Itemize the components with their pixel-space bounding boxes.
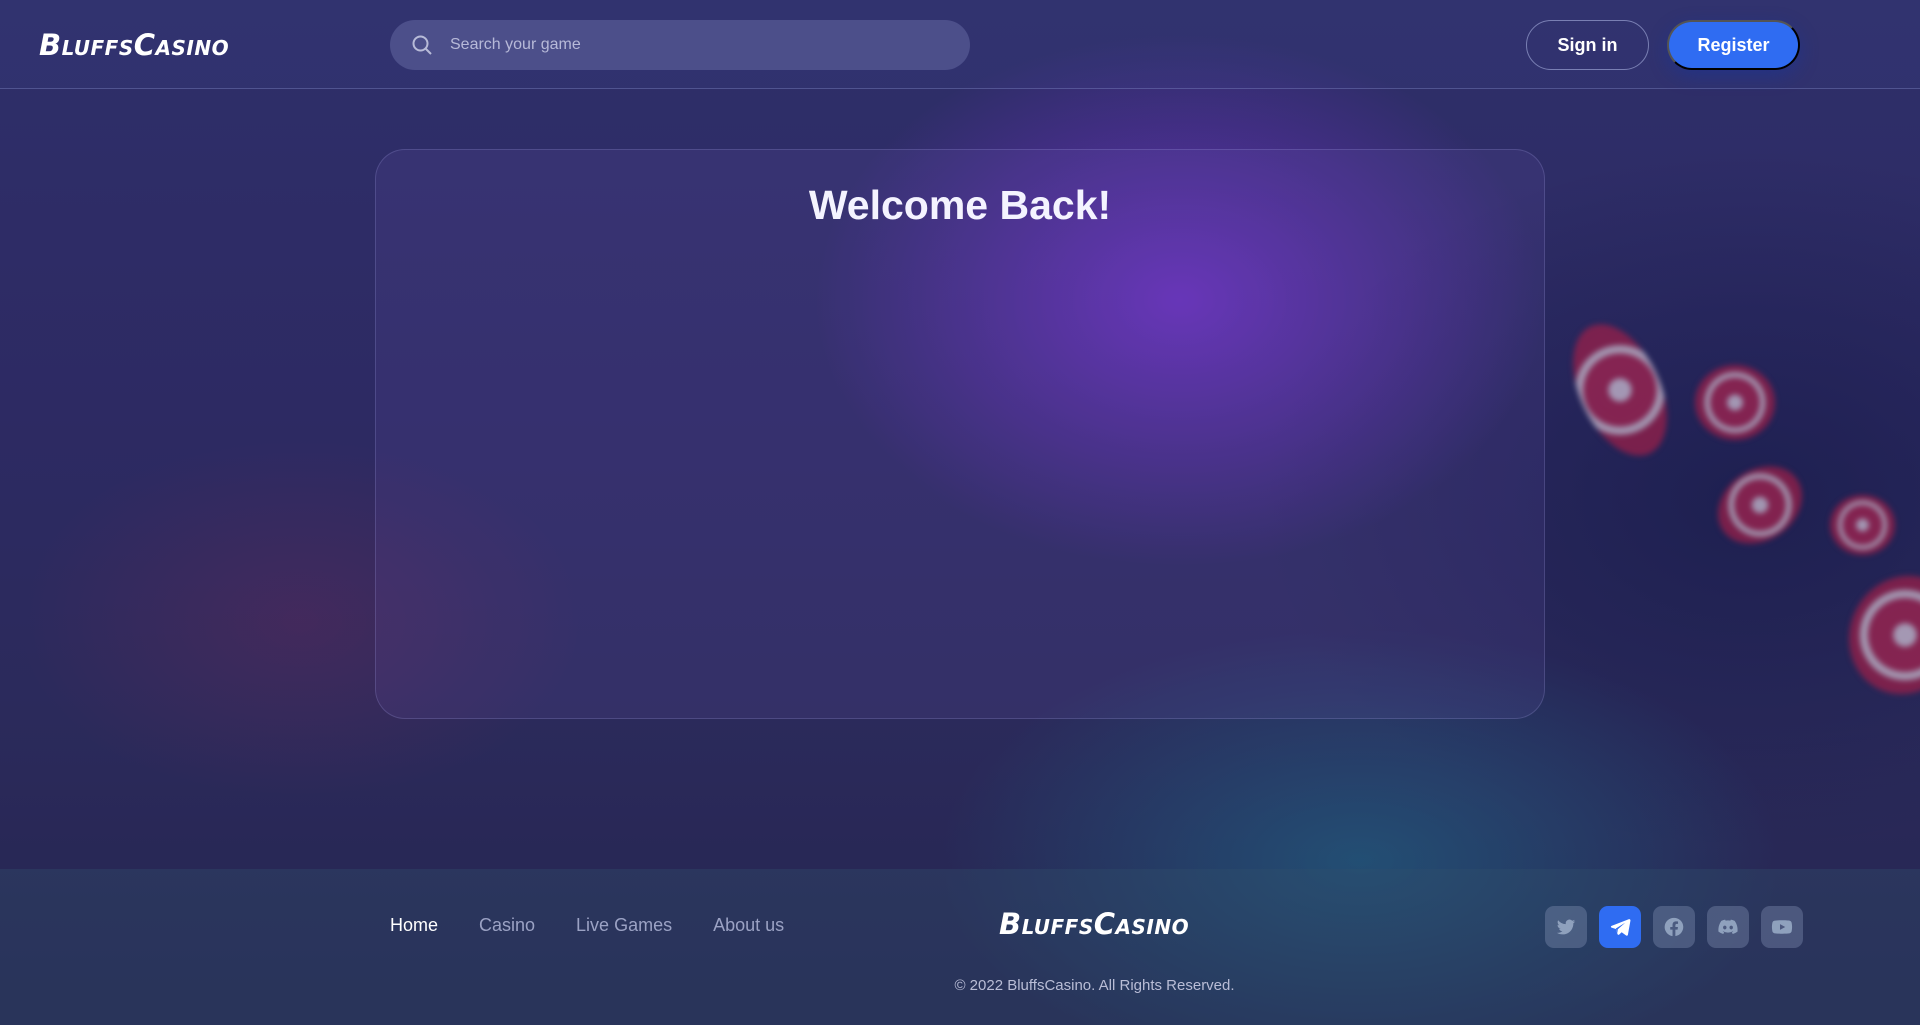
casino-chips-decoration <box>1554 300 1920 720</box>
brand-logo[interactable]: BluffsCasino <box>39 28 229 62</box>
youtube-icon <box>1771 920 1793 934</box>
copyright-text: © 2022 BluffsCasino. All Rights Reserved… <box>954 977 1235 994</box>
site-footer: Home Casino Live Games About us BluffsCa… <box>0 869 1920 1025</box>
search-bar[interactable] <box>390 20 970 70</box>
footer-nav-live-games[interactable]: Live Games <box>576 915 672 936</box>
facebook-icon <box>1664 917 1684 937</box>
telegram-icon <box>1610 919 1631 936</box>
social-links <box>1545 906 1803 948</box>
telegram-button[interactable] <box>1599 906 1641 948</box>
discord-button[interactable] <box>1707 906 1749 948</box>
card-title: Welcome Back! <box>808 182 1112 228</box>
welcome-card: Welcome Back! <box>375 149 1545 719</box>
footer-nav-home[interactable]: Home <box>390 915 438 936</box>
twitter-button[interactable] <box>1545 906 1587 948</box>
twitter-icon <box>1556 919 1576 935</box>
top-header: BluffsCasino Sign in Register <box>0 0 1920 89</box>
footer-brand-logo[interactable]: BluffsCasino <box>999 907 1189 941</box>
youtube-button[interactable] <box>1761 906 1803 948</box>
facebook-button[interactable] <box>1653 906 1695 948</box>
search-input[interactable] <box>450 36 930 54</box>
footer-nav-about-us[interactable]: About us <box>713 915 784 936</box>
register-button[interactable]: Register <box>1667 20 1800 70</box>
footer-nav: Home Casino Live Games About us <box>390 915 784 936</box>
footer-nav-casino[interactable]: Casino <box>479 915 535 936</box>
sign-in-button[interactable]: Sign in <box>1526 20 1649 70</box>
search-icon <box>412 35 432 55</box>
discord-icon <box>1718 919 1738 934</box>
